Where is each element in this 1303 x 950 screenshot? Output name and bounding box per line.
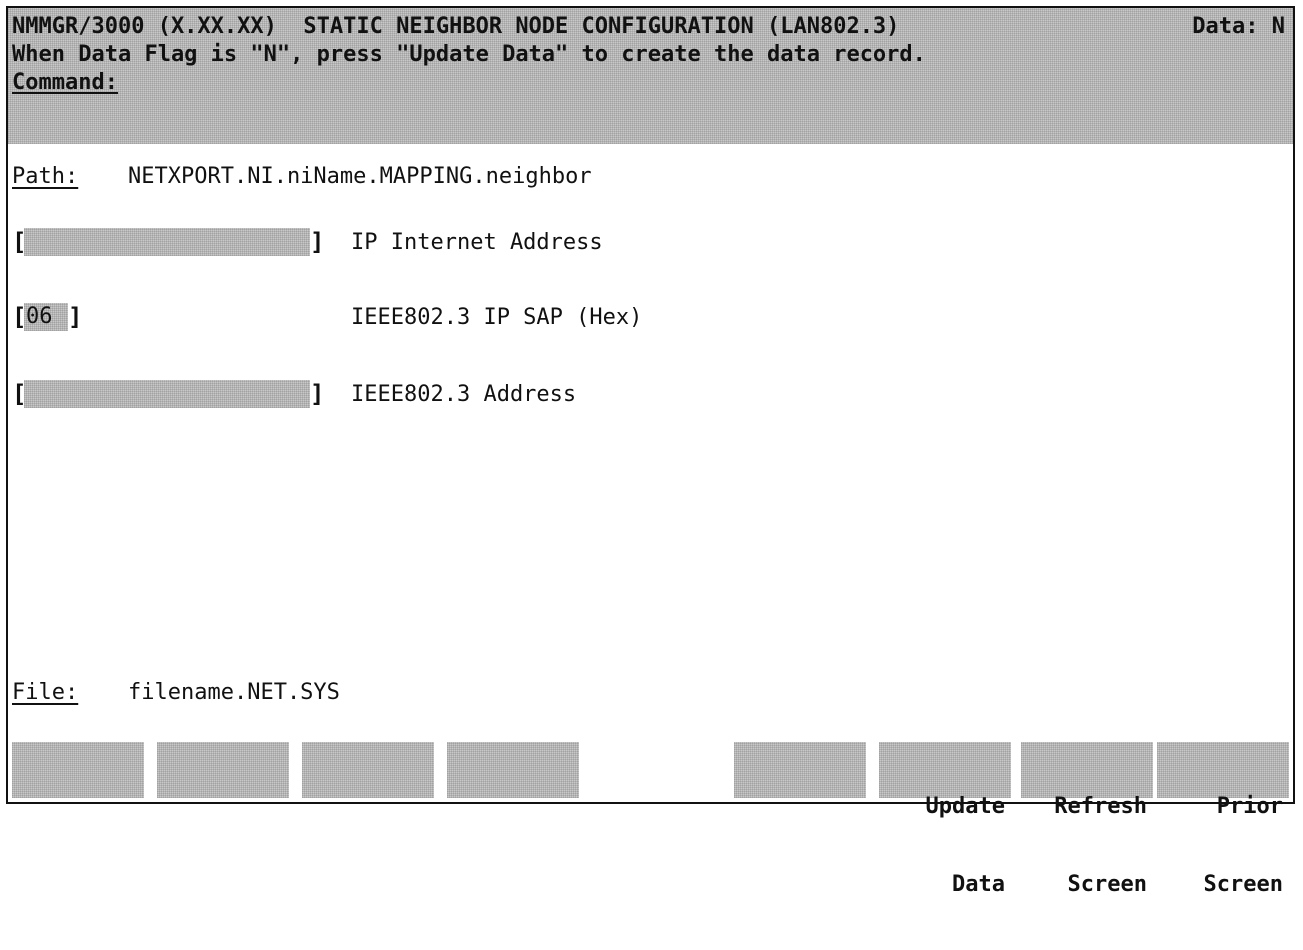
ip-sap-label: IEEE802.3 IP SAP (Hex) bbox=[351, 305, 643, 330]
softkey-f4[interactable] bbox=[447, 742, 579, 798]
file-value: filename.NET.SYS bbox=[128, 680, 340, 705]
header-banner: NMMGR/3000 (X.XX.XX) STATIC NEIGHBOR NOD… bbox=[8, 8, 1293, 144]
ip-internet-address-label: IP Internet Address bbox=[351, 230, 603, 255]
instruction-text: When Data Flag is "N", press "Update Dat… bbox=[12, 42, 926, 67]
close-bracket: ] bbox=[310, 228, 325, 256]
command-prompt[interactable]: Command: bbox=[12, 70, 118, 96]
screen-title: NMMGR/3000 (X.XX.XX) STATIC NEIGHBOR NOD… bbox=[12, 14, 900, 39]
terminal-screen: NMMGR/3000 (X.XX.XX) STATIC NEIGHBOR NOD… bbox=[6, 6, 1295, 897]
path-label: Path: bbox=[12, 164, 79, 189]
close-bracket: ] bbox=[68, 303, 83, 331]
ip-sap-value[interactable]: 06 bbox=[26, 303, 53, 331]
field-input-area[interactable] bbox=[24, 228, 310, 256]
prior-screen-button[interactable]: Prior Screen bbox=[1157, 742, 1289, 897]
softkey-f5[interactable] bbox=[734, 742, 866, 798]
ip-sap-field[interactable]: [ 06 ] bbox=[12, 303, 82, 331]
softkey-f1[interactable] bbox=[12, 742, 144, 798]
refresh-screen-button[interactable]: Refresh Screen bbox=[1021, 742, 1153, 897]
ieee-address-field[interactable]: [ ] bbox=[12, 380, 325, 408]
softkey-f3[interactable] bbox=[302, 742, 434, 798]
path-value: NETXPORT.NI.niName.MAPPING.neighbor bbox=[128, 164, 592, 189]
ip-internet-address-field[interactable]: [ ] bbox=[12, 228, 325, 256]
file-label: File: bbox=[12, 680, 79, 705]
ieee-address-label: IEEE802.3 Address bbox=[351, 382, 577, 407]
data-flag: Data: N bbox=[1192, 14, 1285, 39]
update-data-button[interactable]: Update Data bbox=[879, 742, 1011, 897]
field-input-area[interactable] bbox=[24, 380, 310, 408]
close-bracket: ] bbox=[310, 380, 325, 408]
softkey-f2[interactable] bbox=[157, 742, 289, 798]
